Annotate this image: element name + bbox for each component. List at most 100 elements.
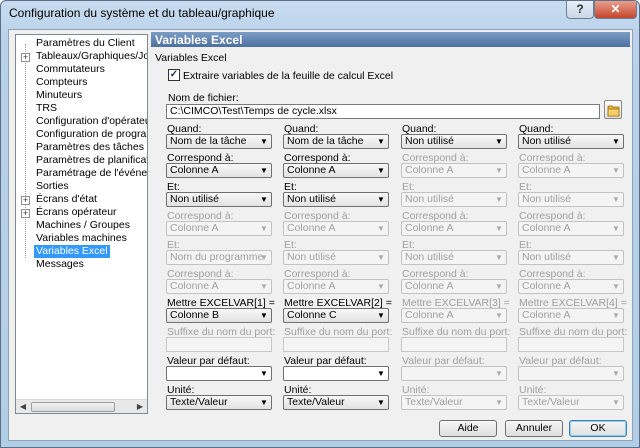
dropdown-arrow-icon[interactable]: ▼	[259, 309, 269, 322]
correspond2-value: Colonne A	[522, 222, 571, 234]
annuler-button[interactable]: Annuler	[505, 420, 563, 437]
dropdown-arrow-icon[interactable]: ▼	[259, 193, 269, 206]
default-value-dropdown[interactable]: ▼	[401, 366, 507, 381]
correspond1-dropdown[interactable]: Colonne A ▼	[518, 163, 624, 178]
scroll-thumb[interactable]	[31, 402, 115, 412]
dropdown-arrow-icon[interactable]: ▼	[259, 396, 269, 409]
correspond2-dropdown[interactable]: Colonne A ▼	[401, 221, 507, 236]
et1-dropdown[interactable]: Non utilisé ▼	[283, 192, 389, 207]
dropdown-arrow-icon[interactable]: ▼	[259, 367, 269, 380]
extract-checkbox[interactable]: ✓	[168, 69, 180, 81]
mettre-dropdown[interactable]: Colonne B ▼	[166, 308, 272, 323]
mettre-dropdown[interactable]: Colonne A ▼	[518, 308, 624, 323]
dropdown-arrow-icon[interactable]: ▼	[494, 396, 504, 409]
dropdown-arrow-icon[interactable]: ▼	[376, 396, 386, 409]
dropdown-arrow-icon[interactable]: ▼	[259, 164, 269, 177]
correspond2-dropdown[interactable]: Colonne A ▼	[166, 221, 272, 236]
dropdown-arrow-icon[interactable]: ▼	[611, 280, 621, 293]
dropdown-arrow-icon[interactable]: ▼	[611, 396, 621, 409]
help-title-button[interactable]: ?	[566, 1, 594, 19]
correspond1-dropdown[interactable]: Colonne A ▼	[401, 163, 507, 178]
dropdown-arrow-icon[interactable]: ▼	[611, 164, 621, 177]
filename-input[interactable]: C:\CIMCO\Test\Temps de cycle.xlsx	[166, 104, 600, 119]
dropdown-arrow-icon[interactable]: ▼	[259, 222, 269, 235]
dropdown-arrow-icon[interactable]: ▼	[376, 135, 386, 148]
et1-dropdown[interactable]: Non utilisé ▼	[166, 192, 272, 207]
correspond3-dropdown[interactable]: Colonne A ▼	[518, 279, 624, 294]
dropdown-arrow-icon[interactable]: ▼	[494, 135, 504, 148]
dropdown-arrow-icon[interactable]: ▼	[259, 251, 269, 264]
port-suffix-input[interactable]	[518, 337, 624, 352]
dropdown-arrow-icon[interactable]: ▼	[611, 193, 621, 206]
port-suffix-input[interactable]	[401, 337, 507, 352]
dropdown-arrow-icon[interactable]: ▼	[494, 309, 504, 322]
dropdown-arrow-icon[interactable]: ▼	[376, 367, 386, 380]
et1-dropdown[interactable]: Non utilisé ▼	[401, 192, 507, 207]
dropdown-arrow-icon[interactable]: ▼	[611, 251, 621, 264]
correspond3-value: Colonne A	[522, 280, 571, 292]
et2-value: Non utilisé	[405, 251, 455, 263]
mettre-dropdown[interactable]: Colonne A ▼	[401, 308, 507, 323]
et2-dropdown[interactable]: Non utilisé ▼	[401, 250, 507, 265]
aide-button[interactable]: Aide	[439, 420, 497, 437]
dropdown-arrow-icon[interactable]: ▼	[376, 193, 386, 206]
correspond3-dropdown[interactable]: Colonne A ▼	[401, 279, 507, 294]
default-value-dropdown[interactable]: ▼	[518, 366, 624, 381]
dropdown-arrow-icon[interactable]: ▼	[494, 280, 504, 293]
quand-dropdown[interactable]: Nom de la tâche ▼	[283, 134, 389, 149]
dropdown-arrow-icon[interactable]: ▼	[611, 222, 621, 235]
correspond1-dropdown[interactable]: Colonne A ▼	[283, 163, 389, 178]
port-suffix-input[interactable]	[166, 337, 272, 352]
tree-item-label: Messages	[36, 258, 84, 270]
dropdown-arrow-icon[interactable]: ▼	[611, 367, 621, 380]
tree-item-label: Configuration d'opérateur	[36, 115, 148, 127]
close-button[interactable]: ✕	[594, 1, 637, 19]
dropdown-arrow-icon[interactable]: ▼	[494, 222, 504, 235]
quand-dropdown[interactable]: Non utilisé ▼	[401, 134, 507, 149]
unite-dropdown[interactable]: Texte/Valeur ▼	[283, 395, 389, 410]
default-value-dropdown[interactable]: ▼	[166, 366, 272, 381]
unite-value: Texte/Valeur	[522, 396, 580, 408]
dropdown-arrow-icon[interactable]: ▼	[494, 193, 504, 206]
dropdown-arrow-icon[interactable]: ▼	[611, 309, 621, 322]
dropdown-arrow-icon[interactable]: ▼	[376, 251, 386, 264]
correspond3-dropdown[interactable]: Colonne A ▼	[166, 279, 272, 294]
et2-dropdown[interactable]: Nom du programme ▼	[166, 250, 272, 265]
correspond1-dropdown[interactable]: Colonne A ▼	[166, 163, 272, 178]
scroll-right-icon[interactable]: ▶	[133, 400, 147, 413]
expand-plus-icon[interactable]: +	[21, 196, 30, 205]
browse-folder-button[interactable]	[604, 100, 622, 119]
mettre-dropdown[interactable]: Colonne C ▼	[283, 308, 389, 323]
dropdown-arrow-icon[interactable]: ▼	[259, 280, 269, 293]
et2-dropdown[interactable]: Non utilisé ▼	[518, 250, 624, 265]
dropdown-arrow-icon[interactable]: ▼	[611, 135, 621, 148]
correspond3-dropdown[interactable]: Colonne A ▼	[283, 279, 389, 294]
dropdown-arrow-icon[interactable]: ▼	[494, 164, 504, 177]
unite-dropdown[interactable]: Texte/Valeur ▼	[518, 395, 624, 410]
dropdown-arrow-icon[interactable]: ▼	[376, 164, 386, 177]
dropdown-arrow-icon[interactable]: ▼	[494, 367, 504, 380]
et2-dropdown[interactable]: Non utilisé ▼	[283, 250, 389, 265]
expand-plus-icon[interactable]: +	[21, 53, 30, 62]
quand-dropdown[interactable]: Nom de la tâche ▼	[166, 134, 272, 149]
default-value-dropdown[interactable]: ▼	[283, 366, 389, 381]
scroll-left-icon[interactable]: ◀	[16, 400, 30, 413]
dropdown-arrow-icon[interactable]: ▼	[376, 280, 386, 293]
quand-dropdown[interactable]: Non utilisé ▼	[518, 134, 624, 149]
correspond2-dropdown[interactable]: Colonne A ▼	[518, 221, 624, 236]
correspond2-dropdown[interactable]: Colonne A ▼	[283, 221, 389, 236]
ok-button[interactable]: OK	[569, 420, 627, 437]
variables-excel-panel: Variables Excel Variables Excel ✓ Extrai…	[151, 32, 630, 414]
port-suffix-input[interactable]	[283, 337, 389, 352]
et1-dropdown[interactable]: Non utilisé ▼	[518, 192, 624, 207]
tree-horizontal-scrollbar[interactable]: ◀ ▶	[16, 399, 147, 413]
unite-dropdown[interactable]: Texte/Valeur ▼	[401, 395, 507, 410]
unite-dropdown[interactable]: Texte/Valeur ▼	[166, 395, 272, 410]
expand-plus-icon[interactable]: +	[21, 209, 30, 218]
dropdown-arrow-icon[interactable]: ▼	[376, 309, 386, 322]
dropdown-arrow-icon[interactable]: ▼	[376, 222, 386, 235]
dropdown-arrow-icon[interactable]: ▼	[494, 251, 504, 264]
mettre-value: Colonne B	[170, 309, 220, 321]
correspond3-value: Colonne A	[170, 280, 219, 292]
dropdown-arrow-icon[interactable]: ▼	[259, 135, 269, 148]
